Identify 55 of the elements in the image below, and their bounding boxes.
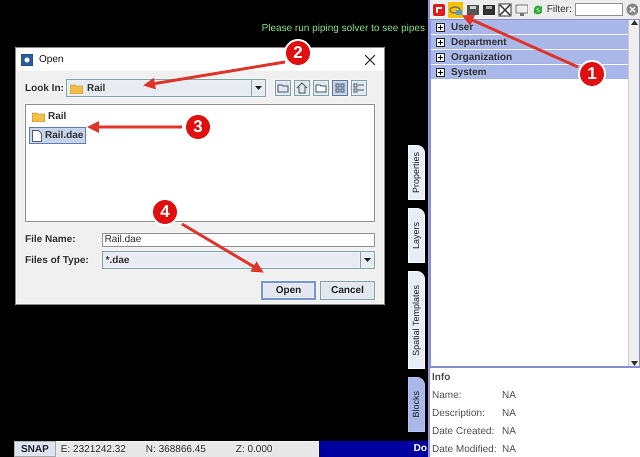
filter-label: Filter: [546,3,572,18]
folder-icon [70,82,83,94]
file-type-dropdown[interactable]: *.dae [102,251,375,269]
expand-icon[interactable] [436,22,445,32]
file-type-label: Files of Type: [25,254,90,268]
snap-button[interactable]: SNAP [14,441,56,457]
java-icon [21,54,33,66]
list-view-icon[interactable] [332,80,348,96]
dialog-button[interactable]: Cancel [320,281,375,300]
new-folder-icon[interactable] [313,80,329,96]
file-item[interactable]: Rail [29,108,70,125]
look-in-dropdown[interactable]: Rail [66,79,266,97]
details-view-icon[interactable] [351,80,367,96]
info-label: Name: [432,389,462,403]
monitor-icon[interactable] [514,2,528,17]
expand-icon[interactable] [436,38,445,47]
up-folder-icon[interactable] [275,80,291,96]
canvas-message: Please run piping solver to see pipes [262,22,425,36]
elevation-readout: Z: 0.000 [236,442,274,456]
dialog-title: Open [39,53,64,67]
info-label: Date Modified: [432,443,498,457]
status-message: Do [318,441,428,457]
home-icon[interactable] [294,80,310,96]
document-icon [32,130,42,142]
file-item[interactable]: Rail.dae [29,127,86,144]
application-icon[interactable] [432,2,446,17]
info-value: NA [502,389,516,403]
side-tab[interactable]: Spatial Templates [408,271,425,369]
dropdown-caret-icon [364,258,371,262]
delete-icon[interactable] [498,2,512,17]
info-label: Description: [432,407,486,421]
look-in-label: Look In: [25,82,65,96]
side-tab[interactable]: Layers [408,208,425,263]
expand-icon[interactable] [436,68,445,77]
close-icon[interactable] [365,54,375,64]
dialog-button[interactable]: Open [261,281,316,300]
expand-icon[interactable] [436,52,445,62]
file-name-label: File Name: [25,233,77,247]
scrollbar[interactable] [628,20,639,366]
tree-node[interactable]: User [431,20,628,34]
tree-node[interactable]: Department [431,35,628,50]
info-label: Date Created: [432,425,496,439]
dropdown-caret-icon [255,86,262,90]
file-name-field[interactable]: Rail.dae [102,232,375,246]
folder-icon [32,111,45,122]
side-tab[interactable]: Properties [408,145,425,200]
info-value: NA [502,425,516,439]
tree-node[interactable]: Organization [431,50,628,64]
info-heading: Info [432,371,452,385]
easting-readout: E: 2321242.32 [60,442,127,456]
filter-field[interactable] [574,3,623,16]
info-value: NA [502,407,516,421]
northing-readout: N: 368866.45 [146,442,207,456]
side-tab[interactable]: Blocks [408,377,425,432]
info-value: NA [502,443,516,457]
